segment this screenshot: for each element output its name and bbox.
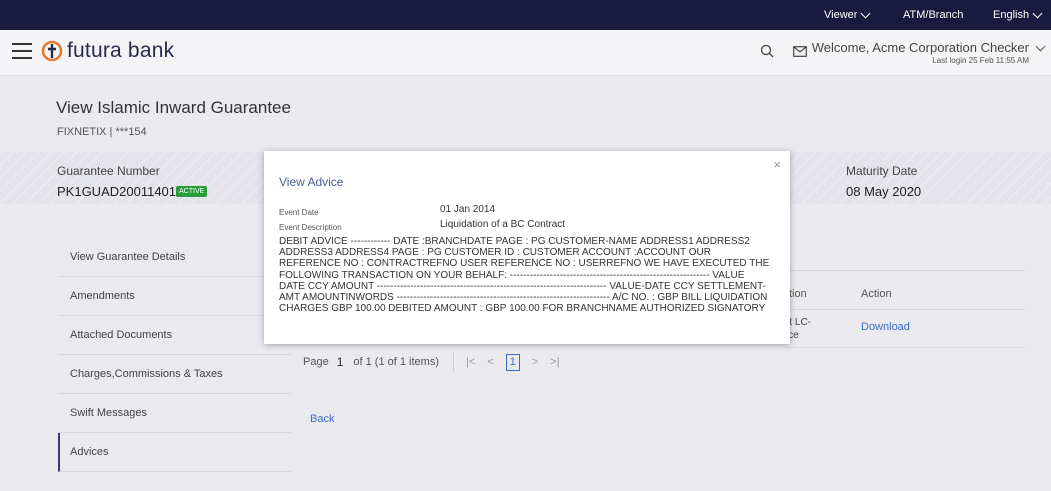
language-dropdown[interactable]: English bbox=[993, 8, 1043, 21]
mail-icon[interactable] bbox=[793, 46, 807, 57]
event-description-value: Liquidation of a BC Contract bbox=[440, 219, 566, 230]
back-button[interactable]: Back bbox=[310, 413, 334, 425]
event-description-label: Event Description bbox=[279, 223, 342, 232]
table-divider bbox=[785, 347, 1025, 348]
pagination-divider bbox=[452, 353, 454, 371]
sidebar-item-attached-documents[interactable]: Attached Documents bbox=[58, 316, 291, 355]
search-icon[interactable] bbox=[760, 44, 774, 58]
page-count-text: of 1 (1 of 1 items) bbox=[353, 356, 439, 368]
menu-icon[interactable] bbox=[12, 43, 32, 59]
maturity-date-value: 08 May 2020 bbox=[846, 184, 922, 199]
view-advice-modal: × View Advice Event Date 01 Jan 2014 Eve… bbox=[264, 151, 790, 344]
last-login-text: Last login 25 Feb 11:55 AM bbox=[932, 56, 1029, 65]
event-date-label: Event Date bbox=[279, 208, 319, 217]
modal-title: View Advice bbox=[279, 175, 344, 189]
sidebar-item-amendments[interactable]: Amendments bbox=[58, 277, 291, 316]
sidebar-item-charges[interactable]: Charges,Commissions & Taxes bbox=[58, 355, 291, 394]
logo-icon bbox=[41, 40, 63, 62]
top-bar: Viewer ATM/Branch English bbox=[0, 0, 1051, 30]
prev-page-icon[interactable]: < bbox=[487, 356, 493, 368]
event-date-value: 01 Jan 2014 bbox=[440, 204, 496, 215]
page-number-button[interactable]: 1 bbox=[505, 353, 520, 371]
first-page-icon[interactable]: |< bbox=[466, 356, 475, 368]
guarantee-number-value: PK1GUAD200114011 bbox=[57, 184, 183, 199]
sidebar-item-advices[interactable]: Advices bbox=[58, 433, 291, 472]
atm-branch-label: ATM/Branch bbox=[903, 9, 964, 21]
page-subtitle: FIXNETIX | ***154 bbox=[57, 126, 147, 138]
page-label: Page bbox=[303, 356, 329, 368]
table-divider bbox=[785, 309, 1025, 310]
atm-branch-link[interactable]: ATM/Branch bbox=[903, 9, 963, 21]
chevron-down-icon[interactable] bbox=[1035, 41, 1046, 52]
page-select[interactable]: 1 bbox=[337, 355, 344, 369]
status-badge: ACTIVE bbox=[176, 186, 208, 197]
table-header-action: Action bbox=[861, 288, 892, 300]
table-header-description: tion bbox=[789, 288, 807, 300]
viewer-label: Viewer bbox=[824, 9, 858, 21]
maturity-date-label: Maturity Date bbox=[846, 164, 918, 178]
guarantee-number-label: Guarantee Number bbox=[57, 164, 160, 178]
last-page-icon[interactable]: >| bbox=[550, 356, 559, 368]
logo-text: futura bank bbox=[67, 39, 175, 62]
table-divider bbox=[785, 270, 1025, 271]
advice-body-text: DEBIT ADVICE ------------ DATE :BRANCHDA… bbox=[279, 236, 773, 315]
guarantee-sidebar: View Guarantee Details Amendments Attach… bbox=[58, 238, 291, 472]
bank-logo[interactable]: futura bank bbox=[41, 39, 174, 63]
download-link[interactable]: Download bbox=[861, 321, 910, 333]
welcome-text: Welcome, Acme Corporation Checker bbox=[811, 40, 1029, 55]
sidebar-item-view-guarantee-details[interactable]: View Guarantee Details bbox=[58, 238, 291, 277]
chevron-down-icon bbox=[860, 8, 871, 18]
close-icon[interactable]: × bbox=[773, 157, 781, 172]
app-header: futura bank Welcome, Acme Corporation Ch… bbox=[0, 30, 1051, 76]
table-cell-description: rt LC- ice bbox=[786, 317, 811, 341]
language-label: English bbox=[993, 9, 1030, 21]
next-page-icon[interactable]: > bbox=[532, 356, 538, 368]
pagination: Page 1 of 1 (1 of 1 items) |< < 1 > >| bbox=[303, 352, 572, 372]
viewer-dropdown[interactable]: Viewer bbox=[824, 8, 871, 21]
page-title: View Islamic Inward Guarantee bbox=[56, 98, 291, 117]
chevron-down-icon bbox=[1032, 8, 1043, 18]
user-menu[interactable]: Welcome, Acme Corporation Checker Last l… bbox=[812, 40, 1029, 65]
sidebar-item-swift-messages[interactable]: Swift Messages bbox=[58, 394, 291, 433]
